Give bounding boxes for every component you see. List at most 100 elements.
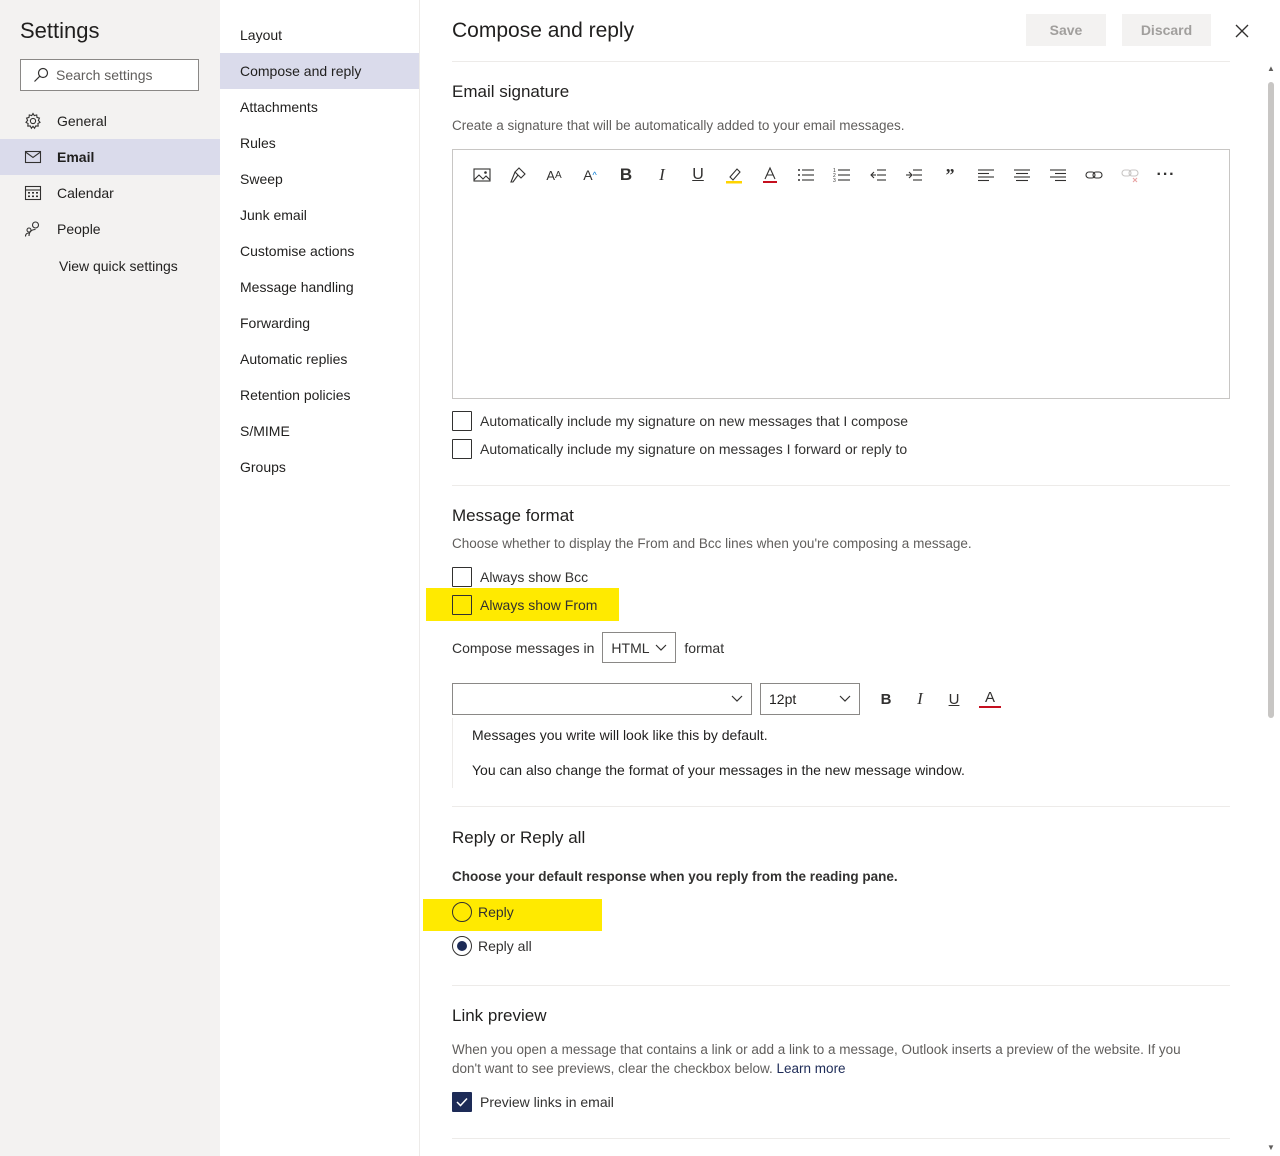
sidebar-item-label: General: [57, 113, 107, 129]
default-font-color-button[interactable]: A: [979, 688, 1001, 708]
scrollbar-thumb[interactable]: [1268, 82, 1274, 718]
insert-link-icon[interactable]: [1083, 164, 1105, 186]
more-options-icon[interactable]: ···: [1155, 164, 1177, 186]
underline-icon[interactable]: U: [687, 164, 709, 186]
preview-line-1: Messages you write will look like this b…: [472, 727, 768, 743]
bold-icon[interactable]: B: [615, 164, 637, 186]
discard-button[interactable]: Discard: [1122, 14, 1211, 46]
compose-format-value: HTML: [611, 639, 650, 656]
font-size-select[interactable]: 12pt: [760, 683, 860, 715]
settings-title: Settings: [20, 18, 100, 43]
close-button[interactable]: [1232, 21, 1252, 41]
gear-icon: [24, 112, 42, 130]
insert-picture-icon[interactable]: [471, 164, 493, 186]
sidebar-item-calendar[interactable]: Calendar: [0, 175, 220, 211]
reply-heading: Reply or Reply all: [452, 828, 586, 847]
bullets-icon[interactable]: [795, 164, 817, 186]
subnav-item-forwarding[interactable]: Forwarding: [220, 305, 419, 341]
grow-font-icon[interactable]: A ^: [579, 164, 601, 186]
subnav-item-layout[interactable]: Layout: [220, 17, 419, 53]
checkbox-label: Preview links in email: [480, 1094, 614, 1110]
subnav-item-groups[interactable]: Groups: [220, 449, 419, 485]
header-divider: [452, 61, 1230, 62]
checkmark-icon: [456, 1097, 468, 1107]
checkbox[interactable]: [452, 567, 472, 587]
align-right-icon[interactable]: [1047, 164, 1069, 186]
subnav-item-compose-and-reply[interactable]: Compose and reply: [220, 53, 419, 89]
sidebar-item-general[interactable]: General: [0, 103, 220, 139]
auto-signature-reply-checkbox[interactable]: Automatically include my signature on me…: [452, 439, 907, 459]
preview-links-checkbox[interactable]: Preview links in email: [452, 1092, 614, 1112]
subnav-item-smime[interactable]: S/MIME: [220, 413, 419, 449]
reply-description: Choose your default response when you re…: [452, 869, 898, 884]
font-color-icon[interactable]: [759, 164, 781, 186]
align-center-icon[interactable]: [1011, 164, 1033, 186]
italic-icon[interactable]: I: [651, 164, 673, 186]
checkbox[interactable]: [452, 1092, 472, 1112]
sidebar-item-people[interactable]: People: [0, 211, 220, 247]
compose-format-select[interactable]: HTML: [602, 632, 677, 663]
section-divider: [452, 485, 1230, 486]
compose-suffix: format: [684, 639, 725, 656]
people-icon: [24, 220, 42, 238]
subnav-item-sweep[interactable]: Sweep: [220, 161, 419, 197]
link-preview-description-text: don't want to see previews, clear the ch…: [452, 1061, 773, 1076]
auto-signature-new-checkbox[interactable]: Automatically include my signature on ne…: [452, 411, 908, 431]
always-show-bcc-checkbox[interactable]: Always show Bcc: [452, 567, 588, 587]
radio-circle[interactable]: [452, 936, 472, 956]
increase-indent-icon[interactable]: [903, 164, 925, 186]
calendar-icon: [24, 184, 42, 202]
default-underline-button[interactable]: U: [943, 688, 965, 710]
font-family-select[interactable]: [452, 683, 752, 715]
preview-line-2: You can also change the format of your m…: [472, 762, 965, 778]
default-italic-button[interactable]: I: [909, 688, 931, 710]
checkbox[interactable]: [452, 439, 472, 459]
highlight-icon[interactable]: [723, 164, 745, 186]
reply-radio[interactable]: Reply: [452, 902, 514, 922]
chevron-down-icon: [655, 644, 667, 651]
radio-selected-dot: [457, 941, 467, 951]
subnav-item-junk-email[interactable]: Junk email: [220, 197, 419, 233]
subnav-item-rules[interactable]: Rules: [220, 125, 419, 161]
default-bold-button[interactable]: B: [875, 688, 897, 710]
sidebar-item-email[interactable]: Email: [0, 139, 220, 175]
save-button[interactable]: Save: [1026, 14, 1106, 46]
scroll-down-arrow-icon[interactable]: ▼: [1267, 1143, 1275, 1152]
quote-icon[interactable]: ”: [939, 164, 961, 186]
font-size-icon[interactable]: AA: [543, 164, 565, 186]
learn-more-link[interactable]: Learn more: [777, 1061, 846, 1076]
mail-icon: [24, 148, 42, 166]
svg-text:3: 3: [833, 178, 836, 182]
checkbox-label: Always show From: [480, 597, 598, 613]
font-size-value: 12pt: [769, 691, 797, 707]
remove-link-icon[interactable]: [1119, 164, 1141, 186]
subnav-item-retention-policies[interactable]: Retention policies: [220, 377, 419, 413]
subnav-item-automatic-replies[interactable]: Automatic replies: [220, 341, 419, 377]
checkbox[interactable]: [452, 411, 472, 431]
chevron-down-icon: [731, 695, 743, 702]
search-placeholder: Search settings: [56, 67, 153, 83]
section-divider: [452, 985, 1230, 986]
subnav-item-message-handling[interactable]: Message handling: [220, 269, 419, 305]
radio-label: Reply all: [478, 938, 532, 954]
signature-editor[interactable]: AA A ^ B I U 123 ” ···: [452, 149, 1230, 399]
message-format-heading: Message format: [452, 506, 574, 525]
search-input[interactable]: Search settings: [20, 59, 199, 91]
settings-sidebar: Settings Search settings General Email C…: [0, 0, 220, 1156]
numbering-icon[interactable]: 123: [831, 164, 853, 186]
chevron-down-icon: [839, 695, 851, 702]
section-divider: [452, 1138, 1230, 1139]
always-show-from-checkbox[interactable]: Always show From: [452, 595, 597, 615]
scroll-up-arrow-icon[interactable]: ▲: [1267, 64, 1275, 73]
reply-all-radio[interactable]: Reply all: [452, 936, 532, 956]
checkbox[interactable]: [452, 595, 472, 615]
subnav-item-attachments[interactable]: Attachments: [220, 89, 419, 125]
view-quick-settings-link[interactable]: View quick settings: [59, 258, 178, 274]
format-painter-icon[interactable]: [507, 164, 529, 186]
decrease-indent-icon[interactable]: [867, 164, 889, 186]
radio-circle[interactable]: [452, 902, 472, 922]
align-left-icon[interactable]: [975, 164, 997, 186]
subnav-item-customise-actions[interactable]: Customise actions: [220, 233, 419, 269]
link-preview-description-2: don't want to see previews, clear the ch…: [452, 1061, 846, 1076]
checkbox-label: Always show Bcc: [480, 569, 589, 585]
